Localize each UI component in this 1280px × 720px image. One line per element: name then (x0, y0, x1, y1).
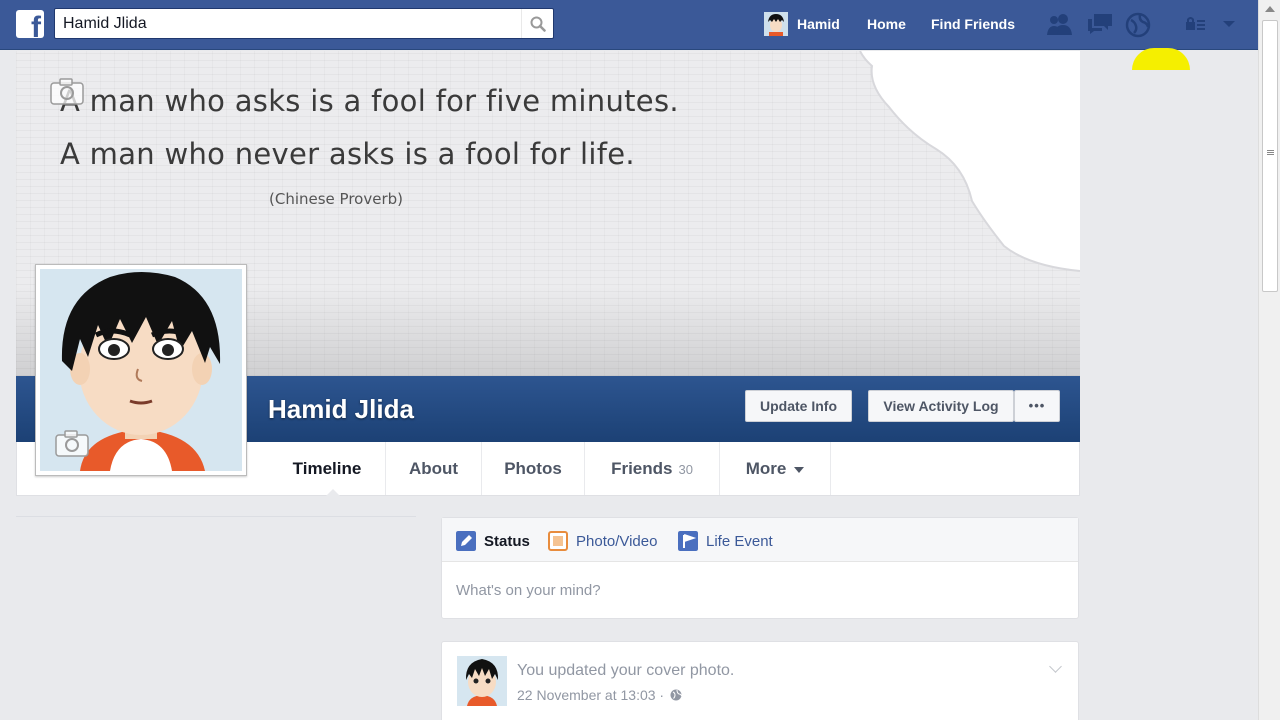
composer-options: Status Photo/Video Life Event (442, 518, 1078, 562)
search-box (54, 8, 554, 39)
profile-picture-image (40, 269, 242, 471)
cover-torn-paper (859, 51, 1080, 272)
facebook-logo-icon[interactable]: f (16, 10, 44, 38)
tab-friends[interactable]: Friends 30 (585, 442, 720, 495)
more-options-button[interactable]: ••• (1014, 390, 1060, 422)
profile-picture[interactable] (35, 264, 247, 476)
post-options-chevron-icon[interactable] (1049, 660, 1062, 673)
search-icon (530, 16, 546, 32)
change-cover-camera-icon[interactable] (50, 77, 84, 105)
chevron-down-icon (794, 466, 805, 473)
scroll-up-arrow-icon[interactable] (1265, 6, 1275, 12)
cover-quote-line-1: A man who asks is a fool for five minute… (60, 84, 679, 118)
cover-quote-line-2: A man who never asks is a fool for life. (60, 137, 635, 171)
messages-icon[interactable] (1086, 12, 1114, 36)
composer-life-event-label: Life Event (706, 533, 773, 550)
privacy-shortcuts-icon[interactable] (1185, 16, 1207, 32)
tab-photos-label: Photos (504, 459, 562, 478)
account-menu-icon[interactable] (1222, 20, 1236, 28)
cursor-highlight (1132, 48, 1190, 70)
scrollbar-thumb[interactable] (1262, 20, 1278, 292)
update-info-button[interactable]: Update Info (745, 390, 852, 422)
tab-timeline[interactable]: Timeline (269, 442, 386, 496)
nav-user-avatar (764, 12, 788, 36)
active-tab-pointer (326, 489, 340, 496)
top-navigation-bar: f Hamid Home Find Friends (0, 0, 1258, 50)
nav-find-friends-link[interactable]: Find Friends (931, 16, 1015, 32)
composer-input[interactable]: What's on your mind? (456, 582, 601, 599)
profile-name[interactable]: Hamid Jlida (268, 394, 414, 425)
post-timestamp[interactable]: 22 November at 13:03 · (517, 687, 682, 703)
friend-requests-icon[interactable] (1045, 12, 1075, 36)
tab-more-label: More (745, 459, 787, 478)
post-time-text: 22 November at 13:03 · (517, 687, 665, 703)
tab-about-label: About (408, 459, 459, 478)
flag-icon (678, 531, 698, 551)
scroll-grip-icon (1267, 150, 1274, 151)
cover-quote-source: (Chinese Proverb) (269, 190, 403, 208)
nav-home-link[interactable]: Home (867, 16, 906, 32)
search-button[interactable] (521, 9, 553, 38)
status-composer: Status Photo/Video Life Event What's on … (441, 517, 1079, 619)
tab-timeline-label: Timeline (292, 459, 362, 478)
view-activity-log-button[interactable]: View Activity Log (868, 390, 1014, 422)
photo-icon (548, 531, 568, 551)
search-input[interactable] (55, 9, 520, 38)
timeline-post: You updated your cover photo. 22 Novembe… (441, 641, 1079, 720)
notifications-icon[interactable] (1125, 12, 1151, 38)
change-profile-picture-camera-icon[interactable] (55, 429, 89, 457)
tab-about[interactable]: About (386, 442, 482, 495)
post-text: You updated your cover photo. (517, 662, 735, 679)
tab-photos[interactable]: Photos (482, 442, 585, 495)
page-scrollbar[interactable] (1258, 0, 1280, 720)
post-author-avatar[interactable] (457, 656, 507, 706)
left-column-divider (16, 516, 416, 517)
globe-icon (670, 689, 682, 701)
nav-user-name[interactable]: Hamid (797, 16, 840, 32)
composer-status-label: Status (484, 533, 530, 550)
friends-count: 30 (678, 462, 693, 477)
composer-photo-video-label: Photo/Video (576, 533, 658, 550)
pencil-icon (456, 531, 476, 551)
tab-friends-label: Friends (611, 459, 673, 478)
tab-more[interactable]: More (720, 442, 831, 495)
